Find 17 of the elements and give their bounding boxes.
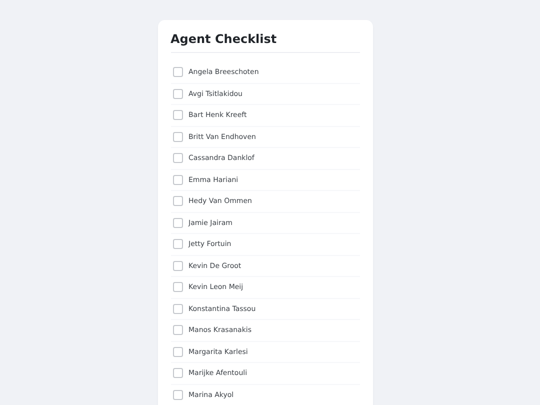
checkbox[interactable] bbox=[172, 239, 182, 250]
checkbox[interactable] bbox=[172, 304, 182, 314]
checklist-title: Agent Checklist bbox=[170, 30, 360, 53]
checkbox[interactable] bbox=[172, 153, 182, 164]
checkbox[interactable] bbox=[172, 196, 182, 206]
checkbox[interactable] bbox=[172, 368, 182, 378]
checkbox[interactable] bbox=[172, 132, 182, 142]
checkbox[interactable] bbox=[172, 282, 182, 292]
checkbox[interactable] bbox=[172, 110, 182, 120]
checkbox[interactable] bbox=[172, 260, 182, 271]
checkbox[interactable] bbox=[172, 346, 182, 357]
checkbox[interactable] bbox=[172, 390, 182, 400]
checkbox[interactable] bbox=[172, 88, 182, 99]
checkbox[interactable] bbox=[172, 67, 182, 78]
checkbox[interactable] bbox=[172, 218, 182, 228]
checkbox[interactable] bbox=[172, 174, 182, 185]
checkbox[interactable] bbox=[172, 325, 182, 336]
